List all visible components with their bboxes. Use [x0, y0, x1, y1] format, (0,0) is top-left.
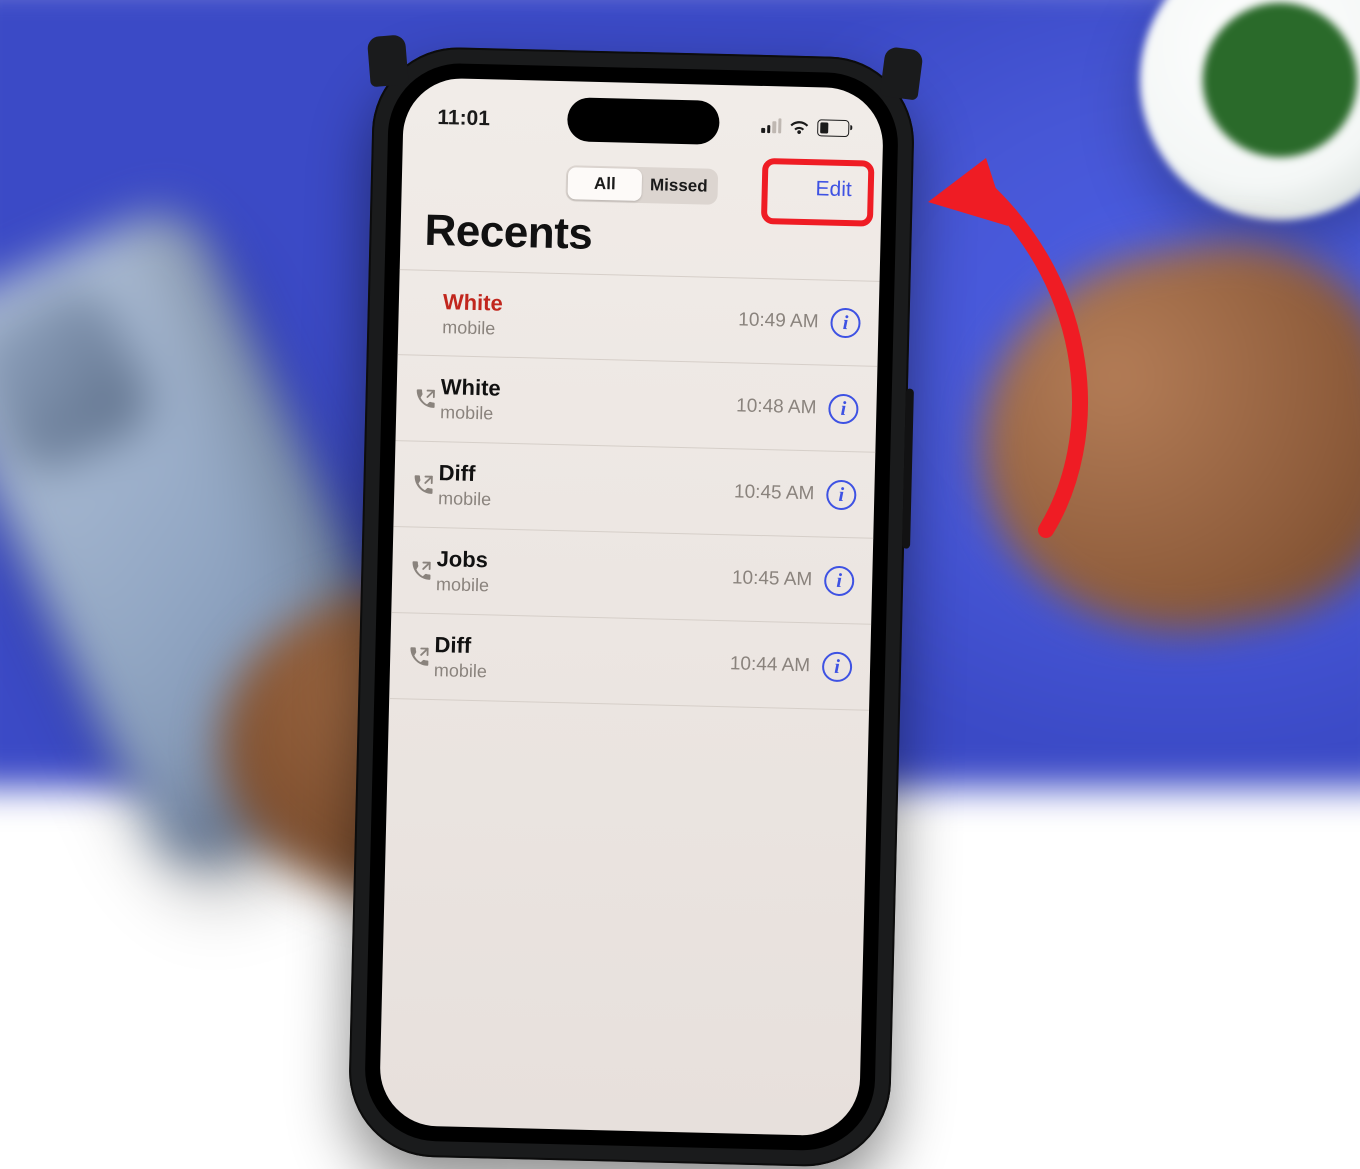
call-type-label: mobile [440, 402, 736, 430]
phone-screen: 11:01 All Missed Edit [379, 77, 884, 1136]
outgoing-call-icon [404, 645, 435, 668]
info-button[interactable]: i [826, 479, 857, 510]
battery-icon [817, 119, 849, 137]
call-time: 10:49 AM [738, 309, 819, 333]
wifi-icon [788, 119, 810, 136]
call-type-label: mobile [434, 660, 730, 688]
call-type-label: mobile [438, 488, 734, 516]
info-button[interactable]: i [822, 651, 853, 682]
call-type-label: mobile [436, 574, 732, 602]
call-icon-placeholder [413, 312, 443, 313]
filter-segmented-control[interactable]: All Missed [565, 165, 718, 205]
outgoing-call-icon [406, 559, 437, 582]
call-time: 10:45 AM [732, 567, 813, 591]
phone-device: 11:01 All Missed Edit [347, 45, 916, 1168]
call-row[interactable]: Whitemobile10:49 AMi [398, 269, 880, 367]
call-time: 10:44 AM [730, 653, 811, 677]
status-time: 11:01 [437, 106, 490, 131]
cellular-signal-icon [761, 119, 781, 133]
segment-missed[interactable]: Missed [641, 169, 716, 203]
info-button[interactable]: i [830, 308, 861, 339]
segment-all[interactable]: All [567, 167, 642, 201]
info-button[interactable]: i [824, 565, 855, 596]
call-time: 10:45 AM [734, 481, 815, 505]
call-type-label: mobile [442, 317, 738, 345]
call-row[interactable]: Jobsmobile10:45 AMi [391, 527, 873, 625]
call-row[interactable]: Diffmobile10:44 AMi [389, 613, 871, 711]
call-time: 10:48 AM [736, 395, 817, 419]
info-button[interactable]: i [828, 393, 859, 424]
call-row[interactable]: Diffmobile10:45 AMi [393, 441, 875, 539]
status-bar: 11:01 [403, 95, 884, 151]
outgoing-call-icon [410, 387, 441, 410]
edit-button[interactable]: Edit [805, 173, 862, 206]
recents-navbar: All Missed Edit [401, 157, 882, 213]
recents-list[interactable]: Whitemobile10:49 AMi Whitemobile10:48 AM… [389, 269, 879, 711]
page-title: Recents [424, 206, 593, 260]
outgoing-call-icon [408, 473, 439, 496]
call-row[interactable]: Whitemobile10:48 AMi [395, 355, 877, 453]
